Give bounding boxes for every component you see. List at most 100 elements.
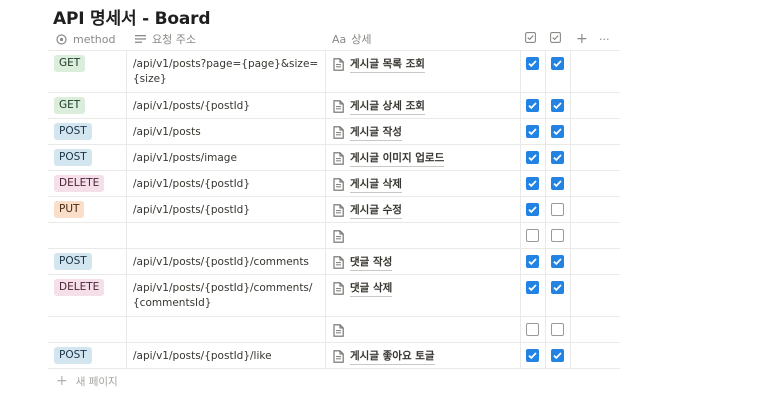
method-cell[interactable]: POST [48, 343, 127, 368]
checked-checkbox[interactable] [551, 255, 564, 268]
detail-link[interactable]: 게시글 이미지 업로드 [350, 151, 445, 167]
detail-link[interactable]: 게시글 상세 조회 [350, 99, 425, 115]
ellipsis-icon[interactable]: ··· [599, 27, 610, 51]
checked-checkbox[interactable] [526, 151, 539, 164]
unchecked-checkbox[interactable] [551, 203, 564, 216]
checkbox-cell [546, 119, 571, 144]
detail-cell[interactable] [326, 223, 521, 248]
header-path[interactable]: 요청 주소 [133, 27, 196, 51]
method-cell[interactable] [48, 317, 127, 342]
path-cell[interactable]: /api/v1/posts/{postId} [127, 197, 326, 222]
table-row[interactable] [48, 223, 620, 249]
page-title: API 명세서 - Board [53, 9, 211, 29]
method-cell[interactable]: PUT [48, 197, 127, 222]
new-page-label: 새 페이지 [75, 375, 118, 388]
method-badge: POST [54, 253, 92, 270]
method-cell[interactable] [48, 223, 127, 248]
detail-cell[interactable]: 댓글 작성 [326, 249, 521, 274]
detail-link[interactable]: 댓글 삭제 [350, 281, 393, 297]
path-cell[interactable]: /api/v1/posts/{postId}/like [127, 343, 326, 368]
checked-checkbox[interactable] [551, 125, 564, 138]
path-cell[interactable]: /api/v1/posts?page={page}&size={size} [127, 51, 326, 92]
header-detail[interactable]: Aa 상세 [332, 27, 372, 51]
detail-cell[interactable]: 게시글 이미지 업로드 [326, 145, 521, 170]
header-check-2[interactable] [550, 27, 561, 51]
table-row[interactable]: POST/api/v1/posts/image 게시글 이미지 업로드 [48, 145, 620, 171]
page-icon [333, 56, 345, 71]
path-text: /api/v1/posts?page={page}&size={size} [133, 58, 319, 85]
header-check-1[interactable] [525, 27, 536, 51]
page-icon [333, 202, 345, 217]
method-cell[interactable]: POST [48, 119, 127, 144]
path-cell[interactable]: /api/v1/posts/image [127, 145, 326, 170]
checked-checkbox[interactable] [551, 349, 564, 362]
method-cell[interactable]: GET [48, 93, 127, 118]
checked-checkbox[interactable] [551, 57, 564, 70]
checked-checkbox[interactable] [526, 57, 539, 70]
method-badge: POST [54, 149, 92, 166]
checked-checkbox[interactable] [526, 203, 539, 216]
detail-link[interactable]: 게시글 수정 [350, 203, 402, 219]
text-lines-icon [133, 32, 147, 46]
checked-checkbox[interactable] [551, 177, 564, 190]
table-row[interactable]: DELETE/api/v1/posts/{postId} 게시글 삭제 [48, 171, 620, 197]
method-badge: GET [54, 97, 86, 114]
detail-cell[interactable]: 게시글 상세 조회 [326, 93, 521, 118]
table-row[interactable]: POST/api/v1/posts/{postId}/comments 댓글 작성 [48, 249, 620, 275]
path-cell[interactable] [127, 223, 326, 248]
checked-checkbox[interactable] [526, 281, 539, 294]
plus-icon[interactable]: + [576, 27, 588, 51]
path-cell[interactable]: /api/v1/posts/{postId} [127, 171, 326, 196]
table-row[interactable]: GET/api/v1/posts?page={page}&size={size}… [48, 51, 620, 93]
unchecked-checkbox[interactable] [526, 323, 539, 336]
path-cell[interactable]: /api/v1/posts/{postId} [127, 93, 326, 118]
checkbox-cell [546, 51, 571, 92]
detail-cell[interactable]: 게시글 수정 [326, 197, 521, 222]
method-cell[interactable]: POST [48, 249, 127, 274]
detail-cell[interactable]: 댓글 삭제 [326, 275, 521, 316]
unchecked-checkbox[interactable] [526, 229, 539, 242]
unchecked-checkbox[interactable] [551, 229, 564, 242]
path-text: /api/v1/posts/{postId}/comments/{comment… [133, 282, 313, 309]
checked-checkbox[interactable] [551, 281, 564, 294]
checked-checkbox[interactable] [551, 151, 564, 164]
checked-checkbox[interactable] [526, 255, 539, 268]
new-page-button[interactable]: + 새 페이지 [56, 373, 118, 389]
checked-checkbox[interactable] [526, 125, 539, 138]
table-row[interactable]: GET/api/v1/posts/{postId} 게시글 상세 조회 [48, 93, 620, 119]
checked-checkbox[interactable] [526, 349, 539, 362]
detail-cell[interactable]: 게시글 목록 조회 [326, 51, 521, 92]
table-row[interactable]: POST/api/v1/posts 게시글 작성 [48, 119, 620, 145]
unchecked-checkbox[interactable] [551, 323, 564, 336]
checkbox-cell [521, 343, 546, 368]
table-row[interactable]: PUT/api/v1/posts/{postId} 게시글 수정 [48, 197, 620, 223]
header-method[interactable]: method [54, 27, 115, 51]
checkbox-cell [521, 145, 546, 170]
header-detail-label: 상세 [351, 33, 372, 46]
checkbox-cell [546, 223, 571, 248]
path-cell[interactable]: /api/v1/posts/{postId}/comments/{comment… [127, 275, 326, 316]
path-cell[interactable]: /api/v1/posts/{postId}/comments [127, 249, 326, 274]
detail-cell[interactable]: 게시글 삭제 [326, 171, 521, 196]
method-cell[interactable]: POST [48, 145, 127, 170]
detail-link[interactable]: 게시글 작성 [350, 125, 402, 141]
method-cell[interactable]: DELETE [48, 275, 127, 316]
method-cell[interactable]: GET [48, 51, 127, 92]
page-icon [333, 124, 345, 139]
table-row[interactable]: DELETE/api/v1/posts/{postId}/comments/{c… [48, 275, 620, 317]
detail-link[interactable]: 게시글 삭제 [350, 177, 402, 193]
detail-link[interactable]: 게시글 목록 조회 [350, 57, 425, 73]
checked-checkbox[interactable] [526, 99, 539, 112]
detail-link[interactable]: 댓글 작성 [350, 255, 393, 271]
detail-cell[interactable]: 게시글 좋아요 토글 [326, 343, 521, 368]
checked-checkbox[interactable] [526, 177, 539, 190]
checked-checkbox[interactable] [551, 99, 564, 112]
path-cell[interactable]: /api/v1/posts [127, 119, 326, 144]
detail-cell[interactable] [326, 317, 521, 342]
table-row[interactable] [48, 317, 620, 343]
detail-link[interactable]: 게시글 좋아요 토글 [350, 349, 435, 365]
method-cell[interactable]: DELETE [48, 171, 127, 196]
path-cell[interactable] [127, 317, 326, 342]
detail-cell[interactable]: 게시글 작성 [326, 119, 521, 144]
table-row[interactable]: POST/api/v1/posts/{postId}/like 게시글 좋아요 토… [48, 343, 620, 369]
